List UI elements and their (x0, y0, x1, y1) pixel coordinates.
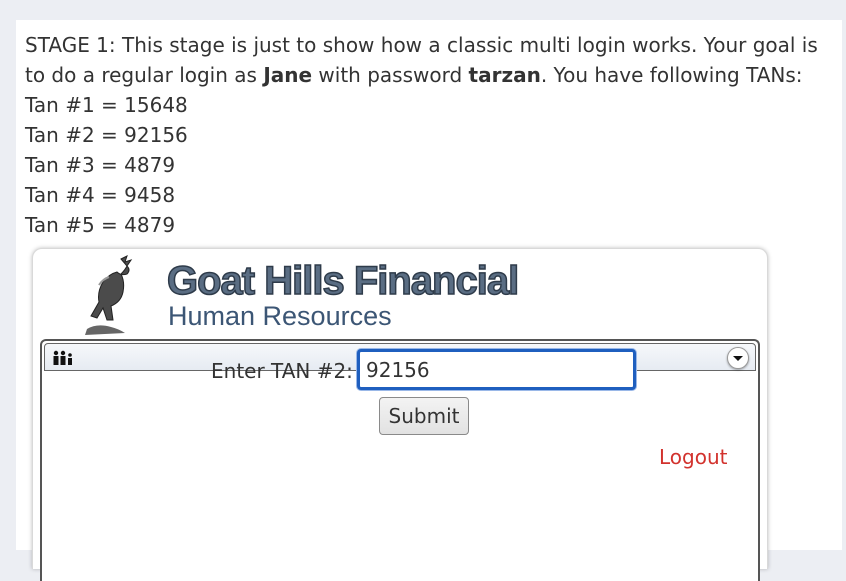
login-panel: Enter TAN #2: Submit Logout (40, 339, 760, 581)
content-panel: STAGE 1: This stage is just to show how … (16, 20, 842, 581)
goat-logo-icon (85, 255, 133, 335)
tan-list-item: Tan #3 = 4879 (25, 153, 176, 177)
submit-button[interactable]: Submit (379, 397, 469, 435)
tan-input[interactable] (357, 349, 636, 390)
app-frame: Goat Hills Financial Human Resources Ent… (32, 248, 768, 581)
intro-text-3: . You have following TANs: (540, 63, 803, 87)
intro-password: tarzan (468, 63, 541, 87)
tan-label: Enter TAN #2: (211, 359, 353, 383)
chevron-down-icon[interactable] (727, 347, 749, 369)
tan-list-item: Tan #2 = 92156 (25, 123, 188, 147)
tan-list-item: Tan #4 = 9458 (25, 183, 176, 207)
intro-user: Jane (263, 63, 313, 87)
people-icon (53, 350, 72, 365)
logout-link[interactable]: Logout (659, 445, 727, 469)
intro-text-2: with password (312, 63, 469, 87)
stage-instructions: STAGE 1: This stage is just to show how … (25, 30, 825, 240)
tan-list-item: Tan #1 = 15648 (25, 93, 188, 117)
app-title: Goat Hills Financial (166, 258, 520, 304)
tan-list-item: Tan #5 = 4879 (25, 213, 176, 237)
app-subtitle: Human Resources (168, 301, 392, 331)
